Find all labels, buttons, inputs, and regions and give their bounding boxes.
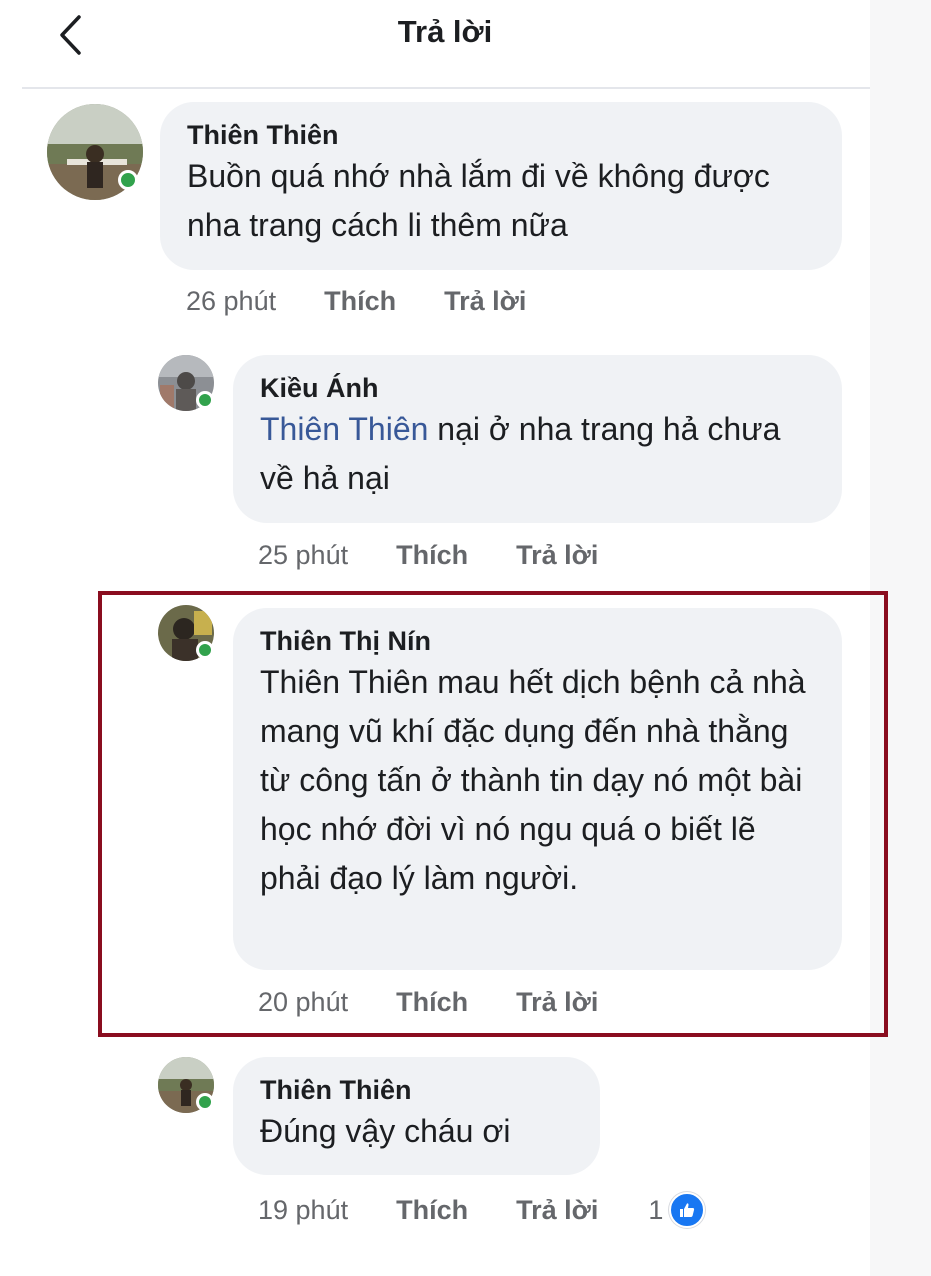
comment-author[interactable]: Thiên Thiên <box>187 118 842 152</box>
comment-text: Đúng vậy cháu ơi <box>260 1113 511 1149</box>
comment-time[interactable]: 20 phút <box>258 987 348 1018</box>
comment-actions: 25 phút Thích Trả lời <box>258 540 598 571</box>
avatar-kieu-anh[interactable] <box>158 355 214 411</box>
header-divider <box>22 87 870 89</box>
comment-actions: 19 phút Thích Trả lời 1 <box>258 1192 706 1228</box>
like-button[interactable]: Thích <box>396 987 468 1018</box>
reply-button[interactable]: Trả lời <box>516 1195 598 1226</box>
header: Trả lời <box>0 0 870 88</box>
comment-bubble[interactable]: Kiều Ánh Thiên Thiên nại ở nha trang hả … <box>233 355 842 523</box>
reply-button[interactable]: Trả lời <box>516 540 598 571</box>
comment-time[interactable]: 26 phút <box>186 286 276 317</box>
reaction-count: 1 <box>648 1194 664 1225</box>
comment-author[interactable]: Kiều Ánh <box>260 371 842 405</box>
comment-bubble[interactable]: Thiên Thị Nín Thiên Thiên mau hết dịch b… <box>233 608 842 970</box>
avatar-thien-thi-nin[interactable] <box>158 605 214 661</box>
page-title: Trả lời <box>397 14 493 49</box>
comment-actions: 20 phút Thích Trả lời <box>258 987 598 1018</box>
comment-text: Thiên Thiên mau hết dịch bệnh cả nhà man… <box>260 664 806 896</box>
like-button[interactable]: Thích <box>324 286 396 317</box>
online-status-dot <box>196 1093 214 1111</box>
comment-time[interactable]: 19 phút <box>258 1195 348 1226</box>
comment-text: Buồn quá nhớ nhà lắm đi về không được nh… <box>187 158 770 243</box>
comment-author[interactable]: Thiên Thị Nín <box>260 624 842 658</box>
comment-time[interactable]: 25 phút <box>258 540 348 571</box>
like-button[interactable]: Thích <box>396 1195 468 1226</box>
comment-bubble[interactable]: Thiên Thiên Buồn quá nhớ nhà lắm đi về k… <box>160 102 842 270</box>
comment-text: Thiên Thiên nại ở nha trang hả chưa về h… <box>260 405 800 503</box>
mention-link[interactable]: Thiên Thiên <box>260 411 428 447</box>
reaction-summary[interactable]: 1 <box>648 1192 706 1228</box>
reply-button[interactable]: Trả lời <box>444 286 526 317</box>
comment-bubble[interactable]: Thiên Thiên Đúng vậy cháu ơi <box>233 1057 600 1175</box>
online-status-dot <box>196 391 214 409</box>
like-button[interactable]: Thích <box>396 540 468 571</box>
avatar-thien-thien[interactable] <box>47 104 143 200</box>
avatar-thien-thien[interactable] <box>158 1057 214 1113</box>
side-strip <box>870 0 931 1276</box>
comment-author[interactable]: Thiên Thiên <box>260 1073 600 1107</box>
reply-button[interactable]: Trả lời <box>516 987 598 1018</box>
thumbs-up-icon <box>669 1192 706 1228</box>
online-status-dot <box>196 641 214 659</box>
online-status-dot <box>118 170 138 190</box>
comment-actions: 26 phút Thích Trả lời <box>186 286 526 317</box>
